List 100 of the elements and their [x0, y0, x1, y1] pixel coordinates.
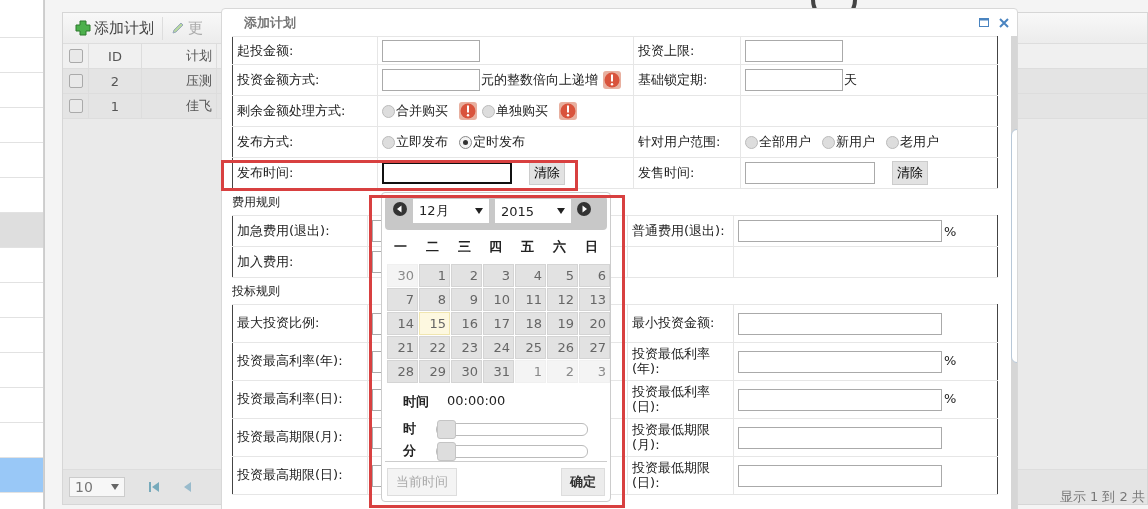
sidebar-item[interactable] [0, 458, 43, 493]
day-cell[interactable]: 7 [387, 288, 418, 311]
day-cell[interactable]: 30 [387, 264, 418, 287]
section-title: 投标规则 [232, 284, 280, 298]
scrollbar[interactable] [1011, 36, 1017, 509]
day-cell[interactable]: 1 [515, 360, 546, 383]
close-icon[interactable] [999, 17, 1009, 28]
day-cell[interactable]: 15 [419, 312, 450, 335]
day-cell[interactable]: 17 [483, 312, 514, 335]
slider-handle[interactable] [437, 441, 456, 461]
day-cell[interactable]: 8 [419, 288, 450, 311]
column-header[interactable]: 计划 [142, 44, 217, 68]
unit-label: 天 [844, 71, 857, 89]
day-cell[interactable]: 14 [387, 312, 418, 335]
day-cell[interactable]: 24 [483, 336, 514, 359]
year-select[interactable]: 2015 [495, 199, 571, 223]
page-size-select[interactable]: 10 [69, 477, 125, 497]
form-label: 发布方式: [237, 134, 294, 149]
input-field[interactable] [382, 39, 480, 62]
weekday-label: 五 [521, 238, 535, 256]
day-cell[interactable]: 9 [451, 288, 482, 311]
day-cell[interactable]: 26 [547, 336, 578, 359]
form-label: 发售时间: [638, 165, 695, 180]
day-cell[interactable]: 12 [547, 288, 578, 311]
clear-button[interactable]: 清除 [892, 161, 928, 185]
input-field[interactable] [738, 220, 942, 242]
day-cell[interactable]: 25 [515, 336, 546, 359]
confirm-button[interactable]: 确定 [561, 468, 605, 496]
day-cell[interactable]: 13 [579, 288, 610, 311]
radio-button[interactable] [886, 135, 899, 149]
day-cell[interactable]: 20 [579, 312, 610, 335]
day-cell[interactable]: 10 [483, 288, 514, 311]
day-cell[interactable]: 2 [451, 264, 482, 287]
radio-label[interactable]: 新用户 [836, 133, 875, 151]
input-field[interactable] [738, 350, 942, 373]
day-cell[interactable]: 23 [451, 336, 482, 359]
slider-track[interactable] [436, 422, 588, 436]
input-field[interactable] [745, 69, 843, 91]
maximize-icon[interactable] [979, 18, 989, 27]
day-cell[interactable]: 5 [547, 264, 578, 287]
day-cell[interactable]: 4 [515, 264, 546, 287]
previous-month-icon[interactable] [393, 202, 407, 216]
day-cell[interactable]: 16 [451, 312, 482, 335]
day-cell[interactable]: 3 [483, 264, 514, 287]
input-field[interactable] [738, 426, 942, 449]
day-cell[interactable]: 30 [451, 360, 482, 383]
day-cell[interactable]: 31 [483, 360, 514, 383]
first-page-icon[interactable] [149, 481, 159, 493]
clear-button[interactable]: 清除 [529, 161, 565, 185]
radio-button[interactable] [459, 135, 472, 149]
day-cell[interactable]: 22 [419, 336, 450, 359]
month-select[interactable]: 12月 [413, 199, 489, 223]
unit-label: % [944, 392, 957, 407]
weekday-label: 四 [489, 238, 503, 256]
time-value: 00:00:00 [447, 393, 506, 410]
day-cell[interactable]: 3 [579, 360, 610, 383]
day-cell[interactable]: 1 [419, 264, 450, 287]
add-button[interactable]: 添加计划 [73, 16, 163, 40]
row-checkbox[interactable] [68, 99, 83, 113]
dialog-title: 添加计划 [244, 13, 296, 32]
radio-label[interactable]: 单独购买 [496, 102, 548, 120]
column-header[interactable]: ID [89, 44, 142, 68]
table-cell: 佳飞 [142, 94, 217, 118]
radio-button[interactable] [382, 135, 395, 149]
form-label: 最小投资金额: [632, 315, 715, 331]
radio-button[interactable] [822, 135, 835, 149]
day-cell[interactable]: 6 [579, 264, 610, 287]
input-field[interactable] [382, 69, 480, 91]
day-cell[interactable]: 18 [515, 312, 546, 335]
input-field[interactable] [738, 312, 942, 335]
input-field[interactable] [738, 464, 942, 487]
slider-track[interactable] [436, 444, 588, 458]
pencil-icon [171, 21, 185, 35]
radio-label[interactable]: 老用户 [900, 133, 939, 151]
day-cell[interactable]: 29 [419, 360, 450, 383]
day-cell[interactable]: 19 [547, 312, 578, 335]
next-month-icon[interactable] [577, 202, 591, 216]
input-field[interactable] [738, 388, 942, 411]
radio-label[interactable]: 立即发布 [396, 133, 448, 151]
select-all-checkbox[interactable] [68, 49, 83, 63]
day-cell[interactable]: 21 [387, 336, 418, 359]
slider-handle[interactable] [437, 419, 456, 439]
input-field[interactable] [745, 39, 843, 62]
row-checkbox[interactable] [68, 74, 83, 88]
previous-page-icon[interactable] [183, 481, 191, 493]
day-cell[interactable]: 28 [387, 360, 418, 383]
radio-button[interactable] [745, 135, 758, 149]
radio-label[interactable]: 全部用户 [759, 133, 811, 151]
radio-button[interactable] [382, 104, 395, 118]
radio-label[interactable]: 合并购买 [396, 102, 448, 120]
day-cell[interactable]: 11 [515, 288, 546, 311]
day-cell[interactable]: 2 [547, 360, 578, 383]
form-label: 投资金额方式: [237, 72, 320, 87]
radio-button[interactable] [482, 104, 495, 118]
day-cell[interactable]: 27 [579, 336, 610, 359]
date-field[interactable] [382, 162, 512, 184]
date-field[interactable] [745, 162, 875, 184]
radio-label[interactable]: 定时发布 [473, 133, 525, 151]
weekday-label: 一 [394, 238, 408, 256]
form-label: 普通费用(退出): [632, 223, 725, 238]
